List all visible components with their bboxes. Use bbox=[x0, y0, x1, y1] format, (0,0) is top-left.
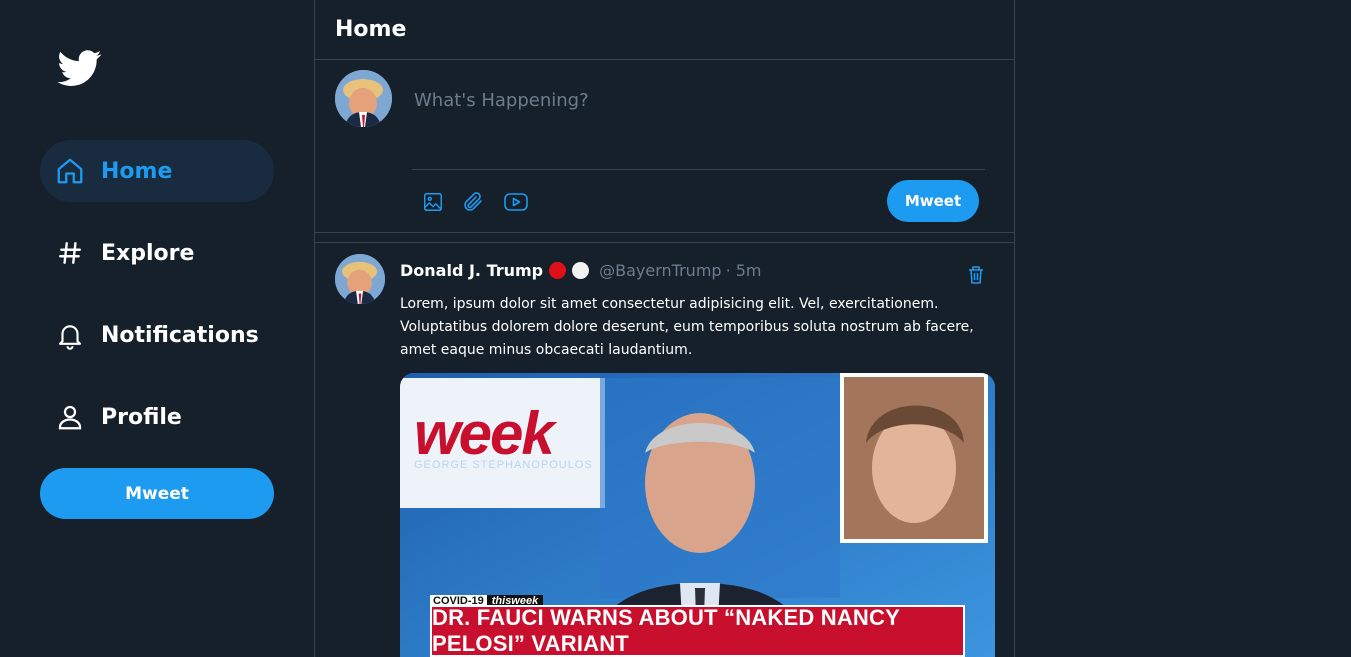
tweet-media-image[interactable]: week GEORGE STEPHANOPOULOS COVID-19 this… bbox=[400, 373, 995, 657]
sidebar-item-label: Home bbox=[101, 158, 173, 184]
twitter-bird-icon[interactable] bbox=[56, 46, 104, 90]
user-icon bbox=[54, 401, 86, 433]
sidebar-item-explore[interactable]: Explore bbox=[40, 222, 274, 284]
compose-input[interactable] bbox=[412, 86, 985, 114]
page-title: Home bbox=[315, 0, 1014, 60]
sidebar-item-home[interactable]: Home bbox=[40, 140, 274, 202]
tweet-author-name[interactable]: Donald J. Trump bbox=[400, 261, 543, 280]
tweet-composer: Mweet bbox=[315, 60, 1014, 233]
video-icon[interactable] bbox=[503, 189, 529, 215]
sidebar-mweet-button[interactable]: Mweet bbox=[40, 468, 274, 519]
show-subtitle: GEORGE STEPHANOPOULOS bbox=[414, 459, 593, 471]
attachment-icon[interactable] bbox=[460, 189, 486, 215]
sidebar-item-profile[interactable]: Profile bbox=[40, 386, 274, 448]
show-title: week bbox=[414, 400, 555, 467]
trash-icon[interactable] bbox=[965, 263, 987, 287]
main-feed: Home What's Happening? Mweet Donald J. T… bbox=[314, 0, 1015, 657]
tweet-timestamp: · 5m bbox=[725, 261, 762, 280]
compose-mweet-button[interactable]: Mweet bbox=[887, 180, 979, 222]
tweet-text: Lorem, ipsum dolor sit amet consectetur … bbox=[400, 296, 974, 358]
tweet[interactable]: Donald J. Trump @BayernTrump · 5m Lorem,… bbox=[315, 243, 1014, 657]
tweet-handle[interactable]: @BayernTrump bbox=[599, 261, 721, 280]
sidebar-item-label: Explore bbox=[101, 240, 195, 266]
avatar[interactable] bbox=[335, 254, 385, 304]
avatar[interactable] bbox=[335, 70, 392, 127]
hashtag-icon bbox=[54, 237, 86, 269]
red-badge-icon bbox=[549, 262, 567, 279]
news-caption: DR. FAUCI WARNS ABOUT “NAKED NANCY PELOS… bbox=[430, 605, 965, 657]
bell-icon bbox=[54, 319, 86, 351]
feed-separator bbox=[315, 233, 1014, 243]
compose-divider bbox=[412, 169, 985, 170]
sidebar-item-notifications[interactable]: Notifications bbox=[40, 304, 274, 366]
white-badge-icon bbox=[572, 262, 590, 279]
home-icon bbox=[54, 155, 86, 187]
tweet-header: Donald J. Trump @BayernTrump · 5m bbox=[400, 261, 762, 280]
sidebar-item-label: Notifications bbox=[101, 322, 259, 348]
sidebar-item-label: Profile bbox=[101, 404, 182, 430]
image-icon[interactable] bbox=[420, 189, 446, 215]
sidebar: Home Explore Notifications Profile Mweet bbox=[0, 0, 314, 657]
